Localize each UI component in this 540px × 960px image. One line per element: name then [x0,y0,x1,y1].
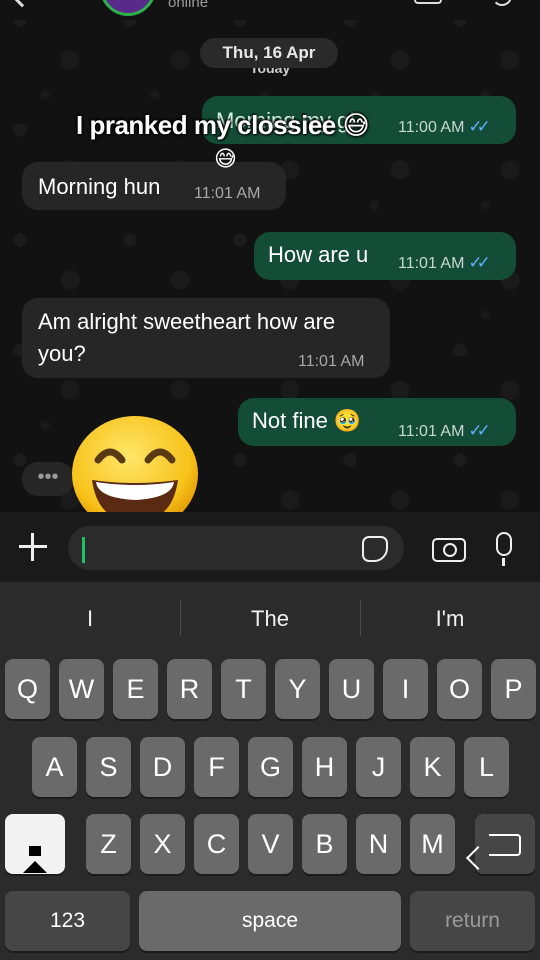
key-p[interactable]: P [491,659,536,719]
backspace-icon [489,834,521,856]
contact-status: online [168,0,209,11]
key-h[interactable]: H [302,737,347,797]
key-v[interactable]: V [248,814,293,874]
avatar[interactable] [100,0,156,16]
message-text: Morning hun [38,174,161,199]
key-e[interactable]: E [113,659,158,719]
key-q[interactable]: Q [5,659,50,719]
microphone-icon[interactable] [496,532,512,566]
message-outgoing[interactable]: How are u 11:01 AM ✓✓ [254,232,516,280]
chat-area[interactable]: online Today Thu, 16 Apr Morning my g! 1… [0,0,540,520]
key-c[interactable]: C [194,814,239,874]
plus-icon[interactable] [18,532,48,562]
key-z[interactable]: Z [86,814,131,874]
shift-icon [23,861,47,873]
phone-icon[interactable] [492,0,512,6]
key-g[interactable]: G [248,737,293,797]
read-receipt-icon: ✓✓ [468,421,490,440]
return-key[interactable]: return [410,891,535,951]
message-text: How are u [268,242,369,267]
key-j[interactable]: J [356,737,401,797]
key-s[interactable]: S [86,737,131,797]
key-w[interactable]: W [59,659,104,719]
backspace-key[interactable] [475,814,535,874]
chat-header: online [0,0,540,20]
message-time: 11:01 AM ✓✓ [398,421,491,440]
key-k[interactable]: K [410,737,455,797]
suggestion-3[interactable]: I'm [360,582,540,656]
space-key[interactable]: space [139,891,401,951]
key-d[interactable]: D [140,737,185,797]
message-time: 11:01 AM [194,185,261,202]
keyboard: I The I'm Q W E R T Y U I O P A S D F G … [0,582,540,960]
key-i[interactable]: I [383,659,428,719]
key-f[interactable]: F [194,737,239,797]
key-n[interactable]: N [356,814,401,874]
message-text: Not fine 🥹 [252,408,362,433]
message-time: 11:00 AM ✓✓ [398,117,491,136]
typing-indicator: ••• [22,462,74,496]
message-time: 11:01 AM [298,353,365,370]
date-pill: Thu, 16 Apr [200,38,338,68]
grinning-emoji [72,416,198,520]
message-incoming[interactable]: Am alright sweetheart how are you? 11:01… [22,298,390,378]
shift-key[interactable] [5,814,65,874]
key-r[interactable]: R [167,659,212,719]
message-text-line2: you? [38,341,86,366]
key-y[interactable]: Y [275,659,320,719]
shift-icon-stem [29,846,41,856]
message-time: 11:01 AM ✓✓ [398,253,491,272]
back-icon[interactable] [10,0,34,8]
key-t[interactable]: T [221,659,266,719]
video-caption-overlay: I pranked my clossiee 😅 [76,110,370,140]
message-text-line1: Am alright sweetheart how are [38,309,336,334]
key-m[interactable]: M [410,814,455,874]
message-input[interactable] [68,526,404,570]
key-a[interactable]: A [32,737,77,797]
composer-bar [0,512,540,582]
message-incoming[interactable]: Morning hun 11:01 AM [22,162,286,210]
key-l[interactable]: L [464,737,509,797]
read-receipt-icon: ✓✓ [468,117,490,136]
key-x[interactable]: X [140,814,185,874]
key-o[interactable]: O [437,659,482,719]
message-outgoing[interactable]: Not fine 🥹 11:01 AM ✓✓ [238,398,516,446]
video-call-icon[interactable] [414,0,442,4]
suggestion-2[interactable]: The [180,582,360,656]
caption-emoji: 😅 [214,146,237,171]
suggestion-1[interactable]: I [0,582,180,656]
read-receipt-icon: ✓✓ [468,253,490,272]
text-caret [82,537,85,563]
numbers-key[interactable]: 123 [5,891,130,951]
key-u[interactable]: U [329,659,374,719]
key-b[interactable]: B [302,814,347,874]
camera-icon[interactable] [432,538,466,562]
